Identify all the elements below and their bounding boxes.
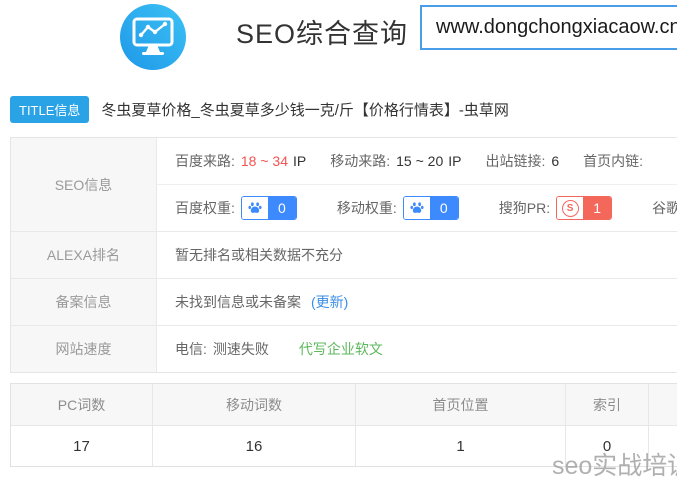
row-seo-info: SEO信息 百度来路: 18 ~ 34 IP 移动来路: 15 ~ 20 IP …	[11, 138, 677, 232]
sogou-icon: S	[557, 197, 583, 219]
app-title: SEO综合查询	[236, 12, 408, 51]
mobile-traffic-label: 移动来路:	[330, 151, 390, 171]
header-mobile-words: 移动词数	[153, 384, 356, 425]
mobile-traffic-unit: IP	[448, 153, 461, 169]
mobile-weight: 移动权重: 0	[337, 196, 459, 220]
outbound-links-value: 6	[551, 153, 559, 169]
row-label-alexa: ALEXA排名	[11, 232, 157, 278]
ad-link[interactable]: 代写企业软文	[299, 339, 383, 359]
outbound-links: 出站链接: 6	[485, 151, 559, 171]
baidu-traffic-label: 百度来路:	[175, 151, 235, 171]
row-alexa: ALEXA排名 暂无排名或相关数据不充分	[11, 232, 677, 279]
header-homepage-position: 首页位置	[356, 384, 566, 425]
mobile-weight-label: 移动权重:	[337, 198, 397, 218]
seo-info-table: SEO信息 百度来路: 18 ~ 34 IP 移动来路: 15 ~ 20 IP …	[10, 137, 677, 373]
header-pc-words: PC词数	[11, 384, 153, 425]
telecom-value: 测速失败	[213, 339, 269, 359]
seo-logo-icon	[120, 4, 186, 70]
page-title: 冬虫夏草价格_冬虫夏草多少钱一克/斤【价格行情表】-虫草网	[101, 99, 509, 120]
header-extra	[649, 384, 677, 425]
baidu-paw-icon	[242, 197, 268, 219]
baidu-traffic: 百度来路: 18 ~ 34 IP	[175, 151, 306, 171]
telecom-label: 电信:	[175, 339, 207, 359]
mobile-paw-icon	[404, 197, 430, 219]
value-homepage-position: 1	[356, 426, 566, 466]
value-pc-words: 17	[11, 426, 153, 466]
traffic-line: 百度来路: 18 ~ 34 IP 移动来路: 15 ~ 20 IP 出站链接: …	[157, 138, 677, 185]
baidu-weight-badge[interactable]: 0	[241, 196, 297, 220]
baidu-traffic-unit: IP	[293, 153, 306, 169]
seo-query-page: SEO综合查询 TITLE信息 冬虫夏草价格_冬虫夏草多少钱一克/斤【价格行情表…	[0, 0, 677, 477]
sogou-pr-value: 1	[583, 197, 611, 219]
baidu-weight-label: 百度权重:	[175, 198, 235, 218]
title-info-badge: TITLE信息	[10, 96, 89, 123]
homepage-internal-links-label: 首页内链:	[583, 151, 643, 171]
mobile-traffic-value: 15 ~ 20	[396, 153, 443, 169]
baidu-traffic-value: 18 ~ 34	[241, 153, 288, 169]
google-pr: 谷歌PR:	[652, 196, 677, 220]
beian-content: 未找到信息或未备案	[175, 292, 301, 312]
mobile-weight-value: 0	[430, 197, 458, 219]
baidu-weight-value: 0	[268, 197, 296, 219]
homepage-internal-links: 首页内链:	[583, 151, 649, 171]
outbound-links-label: 出站链接:	[485, 151, 545, 171]
row-beian: 备案信息 未找到信息或未备案 (更新)	[11, 279, 677, 326]
mobile-weight-badge[interactable]: 0	[403, 196, 459, 220]
row-label-beian: 备案信息	[11, 279, 157, 325]
value-mobile-words: 16	[153, 426, 356, 466]
sogou-pr-label: 搜狗PR:	[499, 198, 550, 218]
google-pr-label: 谷歌PR:	[652, 198, 677, 218]
title-bar: TITLE信息 冬虫夏草价格_冬虫夏草多少钱一克/斤【价格行情表】-虫草网	[10, 96, 509, 123]
row-label-seo-info: SEO信息	[11, 138, 157, 231]
beian-update-link[interactable]: (更新)	[311, 292, 348, 312]
header-index: 索引	[566, 384, 649, 425]
row-label-speed: 网站速度	[11, 326, 157, 372]
url-input[interactable]	[420, 5, 677, 50]
sogou-pr: 搜狗PR: S 1	[499, 196, 612, 220]
mobile-traffic: 移动来路: 15 ~ 20 IP	[330, 151, 461, 171]
alexa-content: 暂无排名或相关数据不充分	[157, 232, 677, 278]
baidu-weight: 百度权重: 0	[175, 196, 297, 220]
watermark: seo实战培训	[552, 446, 677, 477]
sogou-pr-badge[interactable]: S 1	[556, 196, 612, 220]
weight-line: 百度权重: 0	[157, 185, 677, 231]
keyword-table-header: PC词数 移动词数 首页位置 索引	[11, 384, 677, 426]
row-speed: 网站速度 电信: 测速失败 代写企业软文	[11, 326, 677, 372]
